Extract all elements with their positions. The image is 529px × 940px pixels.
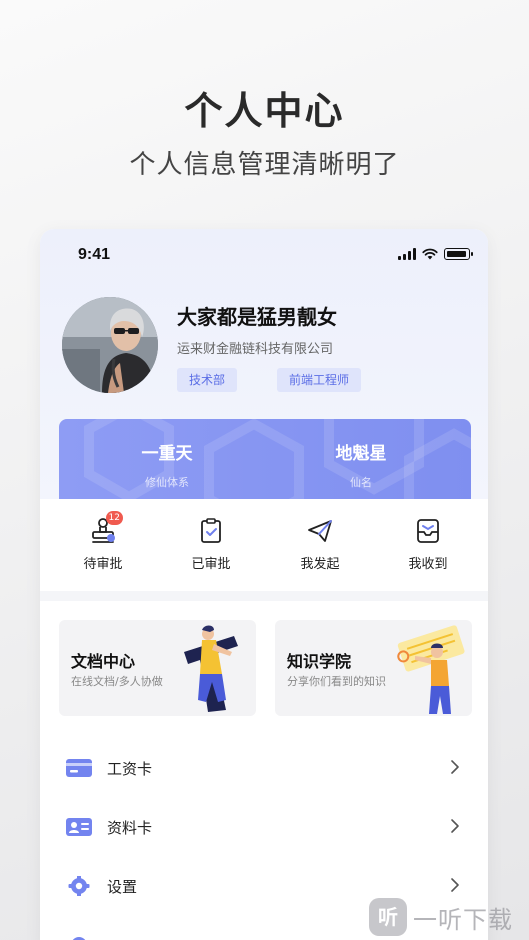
status-time: 9:41 (78, 246, 111, 263)
profile-name: 大家都是猛男靓女 (177, 305, 337, 329)
card-subtitle: 分享你们看到的知识 (287, 675, 386, 688)
quick-action-label: 已审批 (191, 557, 231, 572)
stat-value: 地魁星 (335, 444, 387, 464)
person-with-letter-illustration (184, 625, 238, 712)
card-title: 文档中心 (71, 652, 136, 671)
quick-action-label: 我发起 (300, 557, 340, 572)
chevron-right-icon (451, 878, 459, 892)
watermark-text: 一听下载 (413, 905, 513, 934)
stat-label: 仙名 (350, 476, 372, 489)
stat-immortal-name: 地魁星 仙名 (281, 439, 441, 490)
quick-action-approved[interactable]: 已审批 (171, 517, 251, 572)
quick-actions: 12 待审批 已审批 我发起 我收到 (40, 511, 488, 577)
menu-label: 资料卡 (107, 819, 153, 837)
role-tag: 前端工程师 (277, 368, 362, 392)
phone-screen: 9:41 大家都是猛男靓女 运来财金融链科技有限公司 技术部 前端工程师 一重天… (40, 229, 488, 940)
quick-action-label: 我收到 (408, 557, 448, 572)
quick-action-received[interactable]: 我收到 (388, 517, 468, 572)
menu-item-salary-card[interactable]: 工资卡 (40, 739, 488, 798)
card-title: 知识学院 (287, 652, 352, 671)
gear-icon (72, 937, 86, 940)
paper-plane-icon (308, 520, 332, 542)
stat-value: 一重天 (141, 444, 193, 464)
pending-count-badge: 12 (105, 511, 123, 525)
promo-subtitle: 个人信息管理清晰明了 (129, 150, 400, 180)
avatar-photo (62, 297, 158, 393)
signal-icon (398, 248, 416, 260)
department-tag: 技术部 (177, 368, 238, 392)
watermark: 听 一听下载 (369, 894, 529, 940)
main-content: 12 待审批 已审批 我发起 我收到 文档中心 在线文档/多人协做 知识学院 分… (40, 499, 488, 940)
quick-action-pending[interactable]: 12 待审批 (63, 511, 143, 572)
quick-action-label: 待审批 (83, 557, 123, 572)
chevron-right-icon (451, 819, 459, 833)
quick-action-initiated[interactable]: 我发起 (280, 517, 360, 572)
wifi-icon (422, 248, 438, 260)
stat-label: 修仙体系 (145, 476, 189, 489)
inbox-icon (417, 519, 439, 543)
menu-label: 设置 (107, 878, 138, 896)
status-icons (398, 248, 473, 260)
profile-company: 运来财金融链科技有限公司 (177, 342, 334, 357)
stats-banner: 一重天 修仙体系 地魁星 仙名 (59, 419, 471, 509)
menu-item-profile-card[interactable]: 资料卡 (40, 798, 488, 857)
knowledge-academy-card[interactable]: 知识学院 分享你们看到的知识 (275, 620, 472, 716)
avatar[interactable] (62, 297, 158, 393)
watermark-logo: 听 (369, 898, 407, 936)
battery-icon (444, 248, 473, 260)
section-divider (40, 591, 488, 601)
bank-card-icon (66, 759, 92, 777)
gear-icon (68, 876, 90, 896)
clipboard-check-icon (201, 518, 221, 543)
promo-title: 个人中心 (184, 89, 345, 133)
id-card-icon (66, 818, 92, 836)
profile-header: 9:41 大家都是猛男靓女 运来财金融链科技有限公司 技术部 前端工程师 一重天… (40, 229, 488, 509)
person-reading-illustration (397, 625, 465, 714)
menu-label: 工资卡 (107, 760, 153, 778)
document-center-card[interactable]: 文档中心 在线文档/多人协做 (59, 620, 256, 716)
chevron-right-icon (451, 760, 459, 774)
stat-cultivation: 一重天 修仙体系 (87, 439, 247, 490)
card-subtitle: 在线文档/多人协做 (71, 675, 163, 688)
